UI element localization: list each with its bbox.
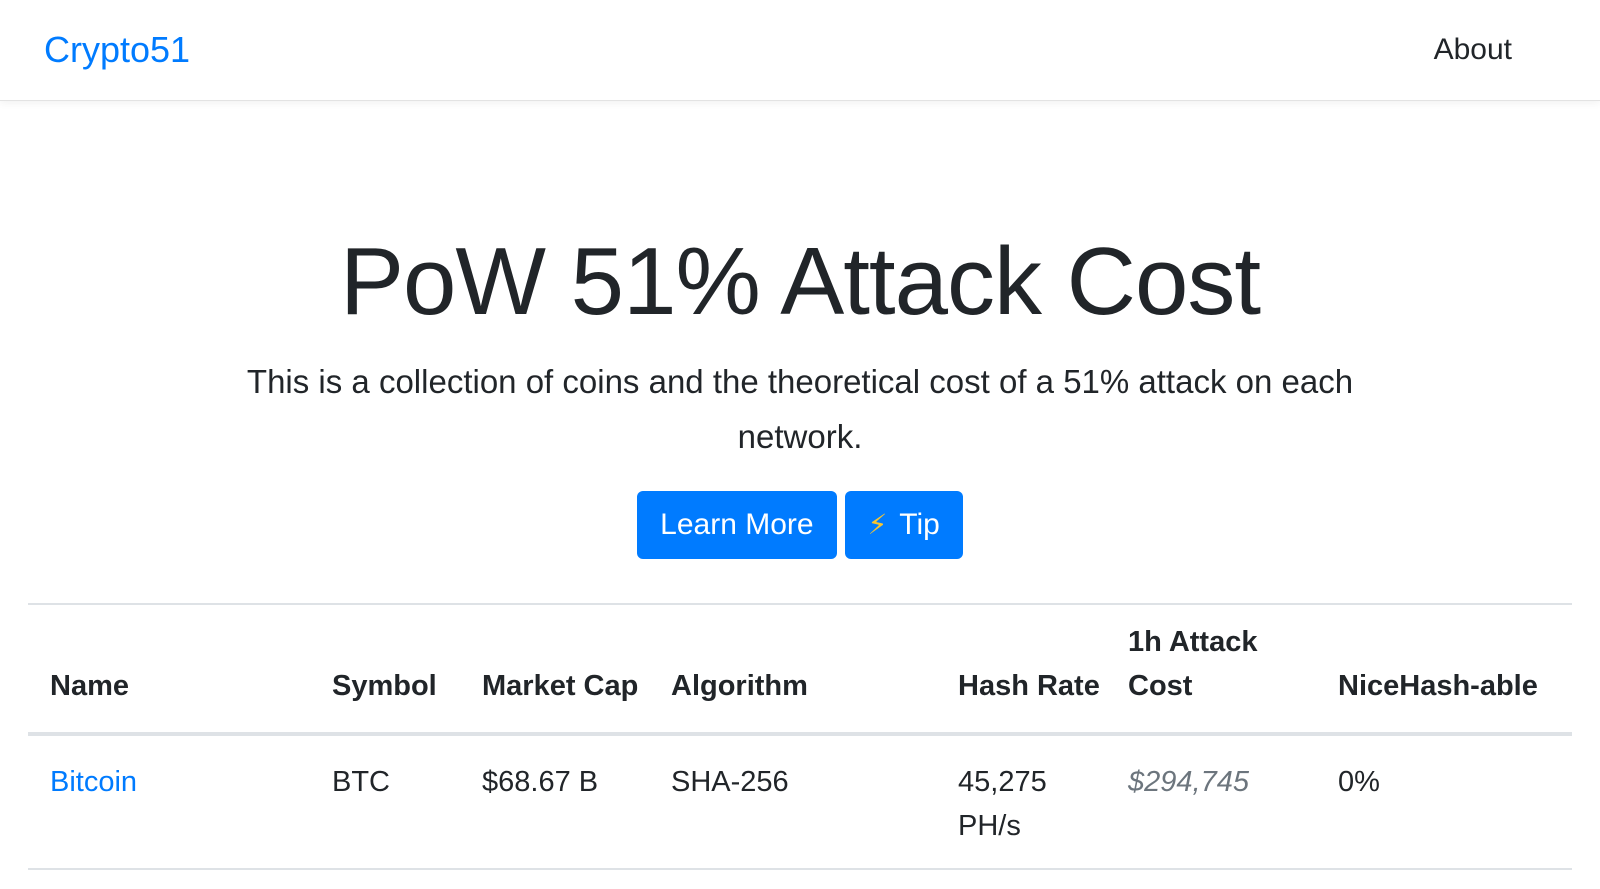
- table-header: Name Symbol Market Cap Algorithm Hash Ra…: [28, 604, 1572, 734]
- navbar: Crypto51 About: [0, 0, 1600, 101]
- column-header-nicehashable[interactable]: NiceHash-able: [1316, 604, 1572, 734]
- tip-button[interactable]: ⚡ Tip: [844, 491, 963, 559]
- brand-link[interactable]: Crypto51: [44, 28, 190, 72]
- cell-algorithm: SHA-256: [671, 766, 789, 798]
- page-title: PoW 51% Attack Cost: [339, 228, 1261, 335]
- cell-hash-rate: 45,275 PH/s: [958, 766, 1047, 842]
- column-header-name[interactable]: Name: [28, 604, 310, 734]
- coin-link-bitcoin[interactable]: Bitcoin: [50, 766, 137, 798]
- nav-about-link[interactable]: About: [1434, 30, 1512, 70]
- tip-label: Tip: [899, 508, 940, 541]
- column-header-market-cap[interactable]: Market Cap: [460, 604, 649, 734]
- cell-name: Bitcoin: [28, 734, 310, 869]
- coins-table: Name Symbol Market Cap Algorithm Hash Ra…: [28, 603, 1572, 870]
- column-header-algorithm[interactable]: Algorithm: [649, 604, 936, 734]
- hero-button-row: Learn More ⚡ Tip: [0, 491, 1600, 559]
- table-body: Bitcoin BTC $68.67 B SHA-256 45,275 PH/s…: [28, 734, 1572, 869]
- coins-table-wrapper: Name Symbol Market Cap Algorithm Hash Ra…: [28, 603, 1572, 870]
- column-header-hash-rate[interactable]: Hash Rate: [936, 604, 1106, 734]
- column-header-symbol[interactable]: Symbol: [310, 604, 460, 734]
- cell-symbol: BTC: [332, 766, 390, 798]
- table-row: Bitcoin BTC $68.67 B SHA-256 45,275 PH/s…: [28, 734, 1572, 869]
- learn-more-label: Learn More: [660, 508, 814, 541]
- lightning-bolt-icon: ⚡: [867, 509, 888, 540]
- cell-attack-cost: $294,745: [1128, 766, 1249, 798]
- column-header-attack-cost[interactable]: 1h Attack Cost: [1106, 604, 1316, 734]
- hero-lead-text: This is a collection of coins and the th…: [246, 363, 1354, 455]
- learn-more-button[interactable]: Learn More: [637, 491, 837, 559]
- cell-nicehashable: 0%: [1338, 766, 1380, 798]
- table-header-row: Name Symbol Market Cap Algorithm Hash Ra…: [28, 604, 1572, 734]
- cell-market-cap: $68.67 B: [482, 766, 599, 798]
